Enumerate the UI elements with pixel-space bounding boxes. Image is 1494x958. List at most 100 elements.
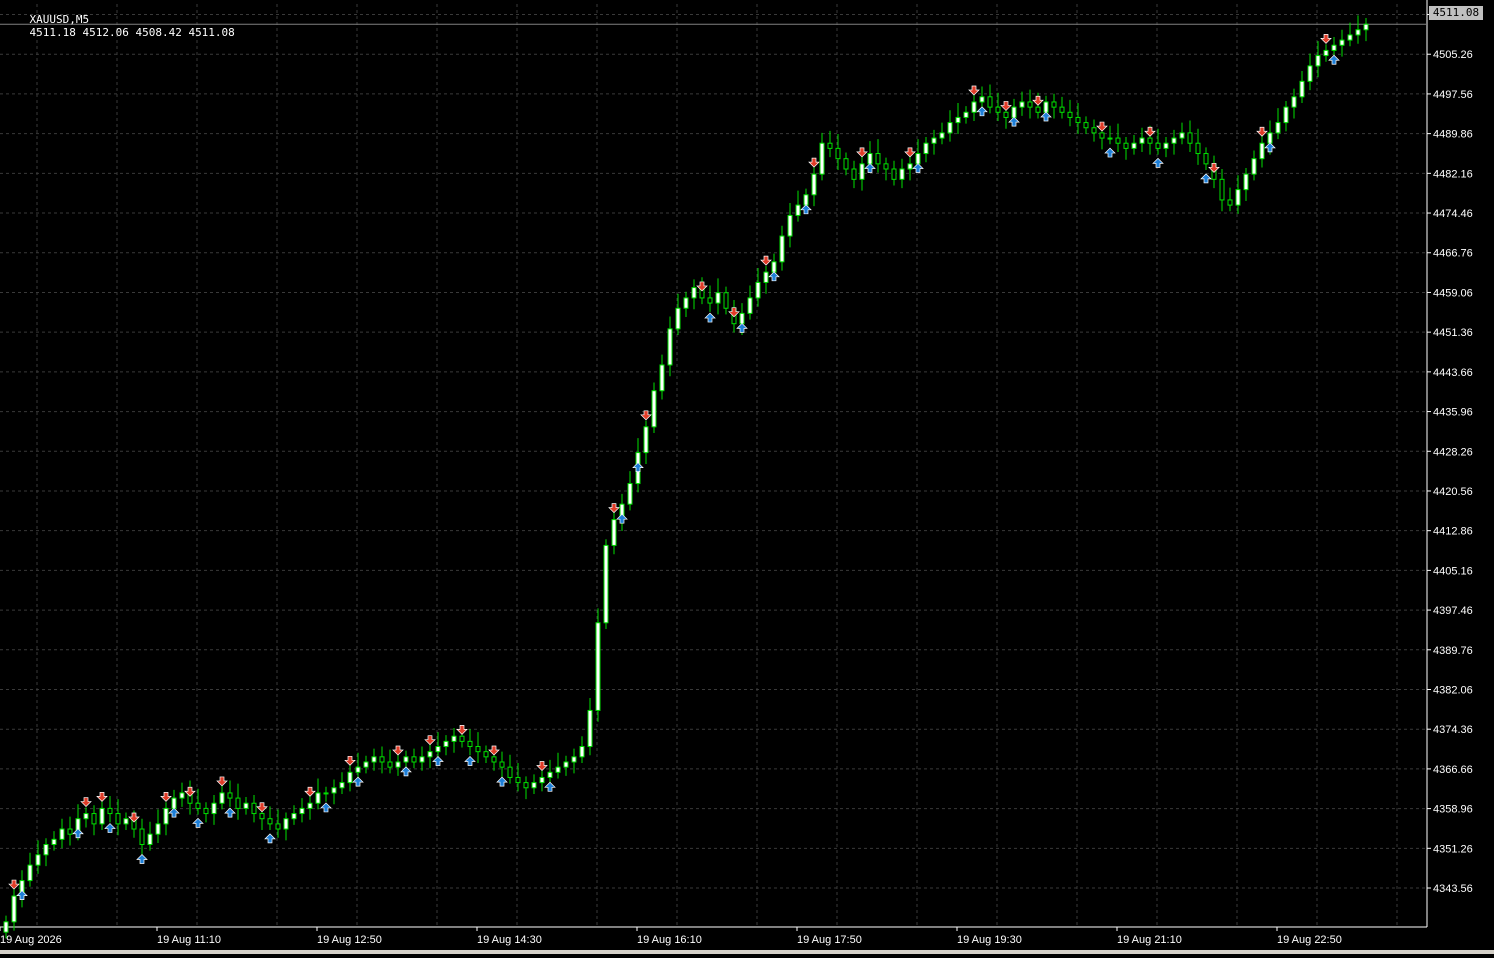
bull-candle xyxy=(1299,80,1305,98)
price-axis-label: 4382.06 xyxy=(1433,684,1473,696)
bear-candle xyxy=(1003,111,1009,118)
bull-candle xyxy=(1315,55,1321,67)
sell-arrow xyxy=(1320,34,1332,44)
bear-candle xyxy=(107,807,113,815)
bear-candle xyxy=(1059,106,1065,113)
buy-arrow xyxy=(72,828,84,839)
bear-candle xyxy=(1155,142,1161,149)
buy-arrow xyxy=(1008,116,1020,127)
sell-arrow xyxy=(608,503,620,514)
bear-candle xyxy=(1115,137,1121,144)
price-axis-label: 4420.56 xyxy=(1433,486,1473,498)
bull-candle xyxy=(43,843,49,856)
bear-candle xyxy=(987,96,993,108)
price-axis-label: 4466.76 xyxy=(1433,248,1473,260)
bull-candle xyxy=(1259,142,1265,160)
bull-candle xyxy=(147,833,153,845)
sell-arrow xyxy=(904,147,916,158)
bear-candle xyxy=(483,751,489,758)
bull-candle xyxy=(1243,173,1249,191)
sell-arrow xyxy=(344,755,356,766)
bull-candle xyxy=(979,96,985,103)
bull-candle xyxy=(587,709,593,748)
bear-candle xyxy=(67,828,73,835)
chart-header: XAUUSD,M5 4511.18 4512.06 4508.42 4511.0… xyxy=(3,0,239,52)
current-price-badge: 4511.08 xyxy=(1429,6,1483,20)
chart-area[interactable]: 4512.964505.264497.564489.864482.164474.… xyxy=(0,0,1494,954)
bear-candle xyxy=(275,823,281,830)
price-axis-label: 4405.16 xyxy=(1433,565,1473,577)
bull-candle xyxy=(659,364,665,392)
sell-arrow xyxy=(1256,126,1268,137)
bear-candle xyxy=(523,782,529,789)
bear-candle xyxy=(723,292,729,309)
bear-candle xyxy=(1203,153,1209,165)
bear-candle xyxy=(891,168,897,180)
bull-candle xyxy=(571,756,577,763)
bull-candle xyxy=(595,622,601,711)
buy-arrow xyxy=(136,854,148,864)
bull-candle xyxy=(163,807,169,825)
bull-candle xyxy=(1019,101,1025,108)
bull-candle xyxy=(435,746,441,753)
bear-candle xyxy=(1187,132,1193,144)
buy-arrow xyxy=(224,807,236,818)
bull-candle xyxy=(1339,39,1345,46)
bull-candle xyxy=(755,281,761,299)
price-axis-label: 4351.26 xyxy=(1433,843,1473,855)
bull-candle xyxy=(643,426,649,454)
bull-candle xyxy=(27,864,33,882)
bull-candle xyxy=(971,101,977,113)
bull-candle xyxy=(283,818,289,830)
buy-arrow xyxy=(912,163,924,173)
price-axis-label: 4497.56 xyxy=(1433,89,1473,101)
sell-arrow xyxy=(808,157,820,168)
bull-candle xyxy=(179,792,185,799)
bear-candle xyxy=(1075,116,1081,124)
price-axis-label: 4366.66 xyxy=(1433,764,1473,776)
sell-arrow xyxy=(1144,126,1156,137)
bull-candle xyxy=(371,756,377,763)
sell-arrow xyxy=(216,776,228,787)
bear-candle xyxy=(515,776,521,784)
bull-candle xyxy=(1179,132,1185,139)
bull-candle xyxy=(1323,49,1329,57)
bear-candle xyxy=(467,740,473,748)
bull-candle xyxy=(547,771,553,778)
buy-arrow xyxy=(976,106,988,117)
bear-candle xyxy=(827,142,833,149)
buy-arrow xyxy=(496,776,508,787)
buy-arrow xyxy=(1264,142,1276,153)
bull-candle xyxy=(1331,44,1337,51)
bull-candle xyxy=(427,751,433,758)
bull-candle xyxy=(859,163,865,180)
sell-arrow xyxy=(1000,101,1012,111)
bear-candle xyxy=(843,158,849,170)
bull-candle xyxy=(443,740,449,748)
bull-candle xyxy=(915,153,921,165)
bull-candle xyxy=(1139,137,1145,144)
bull-candle xyxy=(947,122,953,134)
buy-arrow xyxy=(432,756,444,766)
bear-candle xyxy=(499,761,505,768)
buy-arrow xyxy=(192,817,204,828)
candlestick-chart[interactable]: 4512.964505.264497.564489.864482.164474.… xyxy=(0,0,1494,954)
price-axis-label: 4428.26 xyxy=(1433,446,1473,458)
buy-arrow xyxy=(544,781,556,792)
bull-candle xyxy=(779,235,785,263)
bull-candle xyxy=(59,828,65,840)
sell-arrow xyxy=(1208,162,1220,173)
bull-candle xyxy=(331,787,337,794)
price-axis-label: 4389.76 xyxy=(1433,645,1473,657)
bull-candle xyxy=(907,163,913,170)
bull-candle xyxy=(1171,137,1177,144)
bull-candle xyxy=(747,297,753,314)
bull-candle xyxy=(819,142,825,175)
sell-arrow xyxy=(488,745,500,756)
bull-candle xyxy=(307,802,313,809)
bull-candle xyxy=(867,153,873,165)
bull-candle xyxy=(219,792,225,804)
bull-candle xyxy=(1291,96,1297,108)
bull-candle xyxy=(11,895,17,923)
bear-candle xyxy=(491,756,497,763)
